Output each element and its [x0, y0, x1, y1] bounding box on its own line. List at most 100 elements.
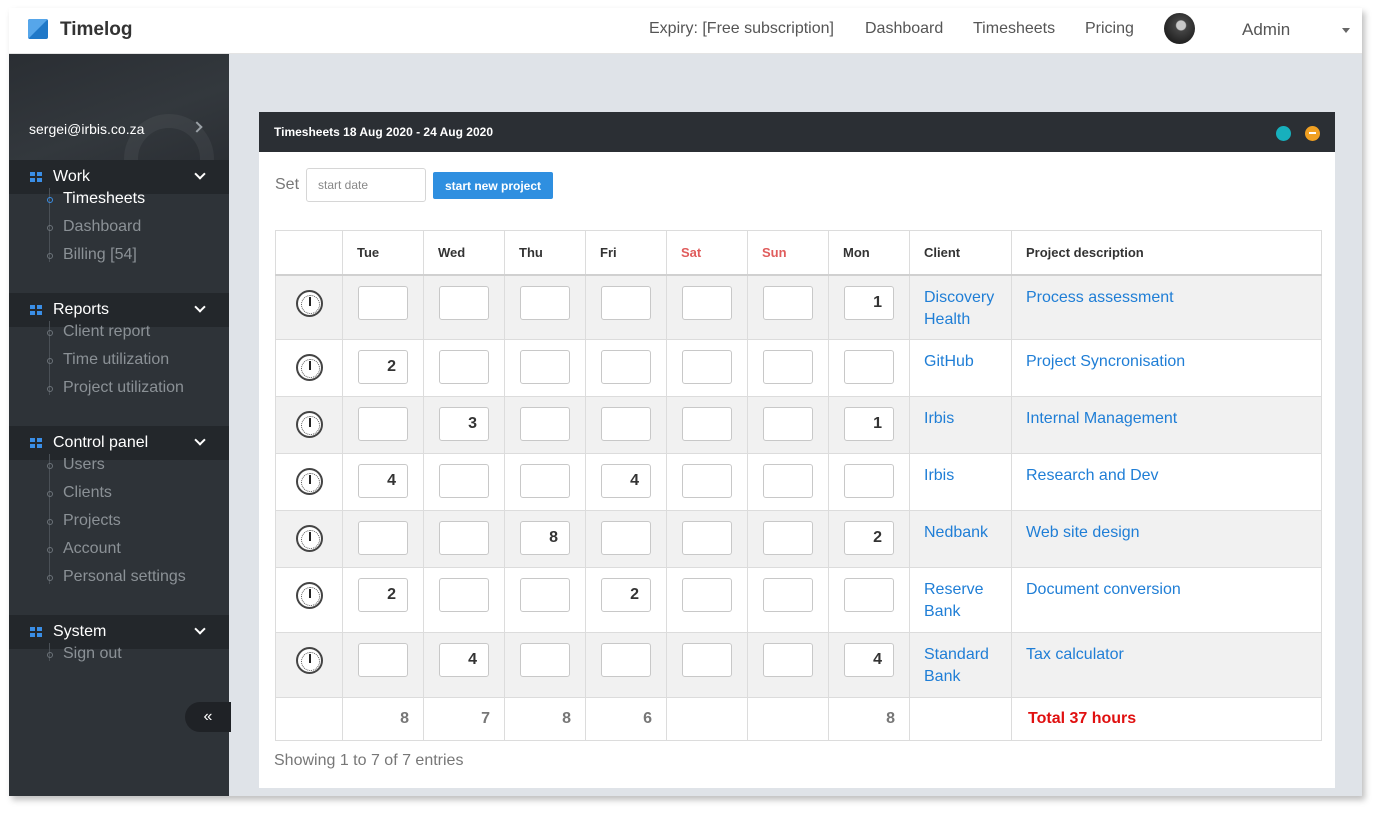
minimize-icon[interactable] — [1305, 126, 1320, 141]
hours-input[interactable] — [682, 578, 732, 612]
sidebar-section-system[interactable]: System — [9, 615, 229, 649]
hours-input[interactable] — [601, 285, 651, 320]
hours-input[interactable] — [520, 521, 570, 555]
column-header-project-description[interactable]: Project description — [1011, 230, 1322, 276]
sidebar-item-personal-settings[interactable]: Personal settings — [63, 568, 186, 586]
clock-icon[interactable] — [295, 354, 323, 381]
hours-input[interactable] — [601, 464, 651, 498]
sidebar-item-sign-out[interactable]: Sign out — [63, 645, 122, 663]
user-menu-label[interactable]: Admin — [1242, 20, 1290, 40]
client-link[interactable]: Discovery Health — [909, 274, 1012, 340]
hours-input[interactable] — [844, 464, 894, 498]
client-link[interactable]: Nedbank — [909, 510, 1012, 568]
sidebar-item-client-report[interactable]: Client report — [63, 323, 150, 341]
hours-input[interactable] — [682, 407, 732, 441]
hours-input[interactable] — [358, 464, 408, 498]
client-link[interactable]: Irbis — [909, 396, 1012, 454]
chevron-down-icon[interactable] — [194, 623, 206, 635]
sidebar-section-work[interactable]: Work — [9, 160, 229, 194]
clock-icon[interactable] — [295, 647, 323, 674]
nav-dashboard[interactable]: Dashboard — [865, 20, 943, 38]
client-link[interactable]: Reserve Bank — [909, 567, 1012, 633]
hours-input[interactable] — [682, 350, 732, 384]
hours-input[interactable] — [520, 285, 570, 320]
sidebar-item-dashboard[interactable]: Dashboard — [63, 218, 141, 236]
client-link[interactable]: GitHub — [909, 339, 1012, 397]
hours-input[interactable] — [439, 464, 489, 498]
sidebar-item-clients[interactable]: Clients — [63, 484, 112, 502]
hours-input[interactable] — [520, 643, 570, 677]
project-link[interactable]: Project Syncronisation — [1011, 339, 1322, 397]
hours-input[interactable] — [763, 643, 813, 677]
hours-input[interactable] — [520, 350, 570, 384]
collapse-sidebar-button[interactable]: « — [185, 702, 231, 732]
sidebar-section-reports[interactable]: Reports — [9, 293, 229, 327]
column-header-tue[interactable]: Tue — [342, 230, 424, 276]
project-link[interactable]: Research and Dev — [1011, 453, 1322, 511]
hours-input[interactable] — [844, 407, 894, 441]
hours-input[interactable] — [682, 285, 732, 320]
nav-timesheets[interactable]: Timesheets — [973, 20, 1055, 38]
nav-pricing[interactable]: Pricing — [1085, 20, 1134, 38]
hours-input[interactable] — [358, 350, 408, 384]
hours-input[interactable] — [520, 407, 570, 441]
sidebar-item-billing-54[interactable]: Billing [54] — [63, 246, 137, 264]
chevron-down-icon[interactable] — [194, 168, 206, 180]
expiry-link[interactable]: Expiry: [Free subscription] — [649, 20, 834, 38]
hours-input[interactable] — [763, 464, 813, 498]
hours-input[interactable] — [844, 285, 894, 320]
hours-input[interactable] — [439, 350, 489, 384]
hours-input[interactable] — [844, 521, 894, 555]
clock-icon[interactable] — [295, 289, 323, 317]
chevron-down-icon[interactable] — [194, 434, 206, 446]
hours-input[interactable] — [439, 285, 489, 320]
clock-icon[interactable] — [295, 411, 323, 438]
hours-input[interactable] — [358, 643, 408, 677]
client-link[interactable]: Standard Bank — [909, 632, 1012, 698]
hours-input[interactable] — [763, 521, 813, 555]
start-date-input[interactable] — [306, 168, 426, 202]
hours-input[interactable] — [763, 578, 813, 612]
hours-input[interactable] — [439, 578, 489, 612]
sidebar-item-users[interactable]: Users — [63, 456, 105, 474]
sidebar-item-timesheets[interactable]: Timesheets — [63, 190, 145, 208]
hours-input[interactable] — [439, 521, 489, 555]
sidebar-section-control-panel[interactable]: Control panel — [9, 426, 229, 460]
hours-input[interactable] — [358, 521, 408, 555]
hours-input[interactable] — [601, 350, 651, 384]
clock-icon[interactable] — [295, 525, 323, 552]
user-email[interactable]: sergei@irbis.co.za — [29, 121, 144, 137]
hours-input[interactable] — [520, 464, 570, 498]
hours-input[interactable] — [601, 578, 651, 612]
chevron-down-icon[interactable] — [194, 301, 206, 313]
project-link[interactable]: Document conversion — [1011, 567, 1322, 633]
hours-input[interactable] — [601, 407, 651, 441]
client-link[interactable]: Irbis — [909, 453, 1012, 511]
column-header-fri[interactable]: Fri — [585, 230, 667, 276]
sidebar-item-time-utilization[interactable]: Time utilization — [63, 351, 169, 369]
user-avatar[interactable] — [1164, 13, 1195, 44]
hours-input[interactable] — [358, 285, 408, 320]
hours-input[interactable] — [682, 464, 732, 498]
column-header-sun[interactable]: Sun — [747, 230, 829, 276]
project-link[interactable]: Tax calculator — [1011, 632, 1322, 698]
project-link[interactable]: Process assessment — [1011, 274, 1322, 340]
hours-input[interactable] — [844, 643, 894, 677]
hours-input[interactable] — [763, 350, 813, 384]
column-header-thu[interactable]: Thu — [504, 230, 586, 276]
hours-input[interactable] — [439, 407, 489, 441]
hours-input[interactable] — [844, 578, 894, 612]
column-header-sat[interactable]: Sat — [666, 230, 748, 276]
column-header-wed[interactable]: Wed — [423, 230, 505, 276]
project-link[interactable]: Internal Management — [1011, 396, 1322, 454]
column-header-client[interactable]: Client — [909, 230, 1012, 276]
hours-input[interactable] — [601, 521, 651, 555]
caret-down-icon[interactable] — [1342, 28, 1350, 33]
hours-input[interactable] — [520, 578, 570, 612]
clock-icon[interactable] — [295, 582, 323, 609]
hours-input[interactable] — [682, 643, 732, 677]
app-title[interactable]: Timelog — [60, 19, 133, 41]
hours-input[interactable] — [601, 643, 651, 677]
hours-input[interactable] — [763, 407, 813, 441]
sidebar-item-project-utilization[interactable]: Project utilization — [63, 379, 184, 397]
